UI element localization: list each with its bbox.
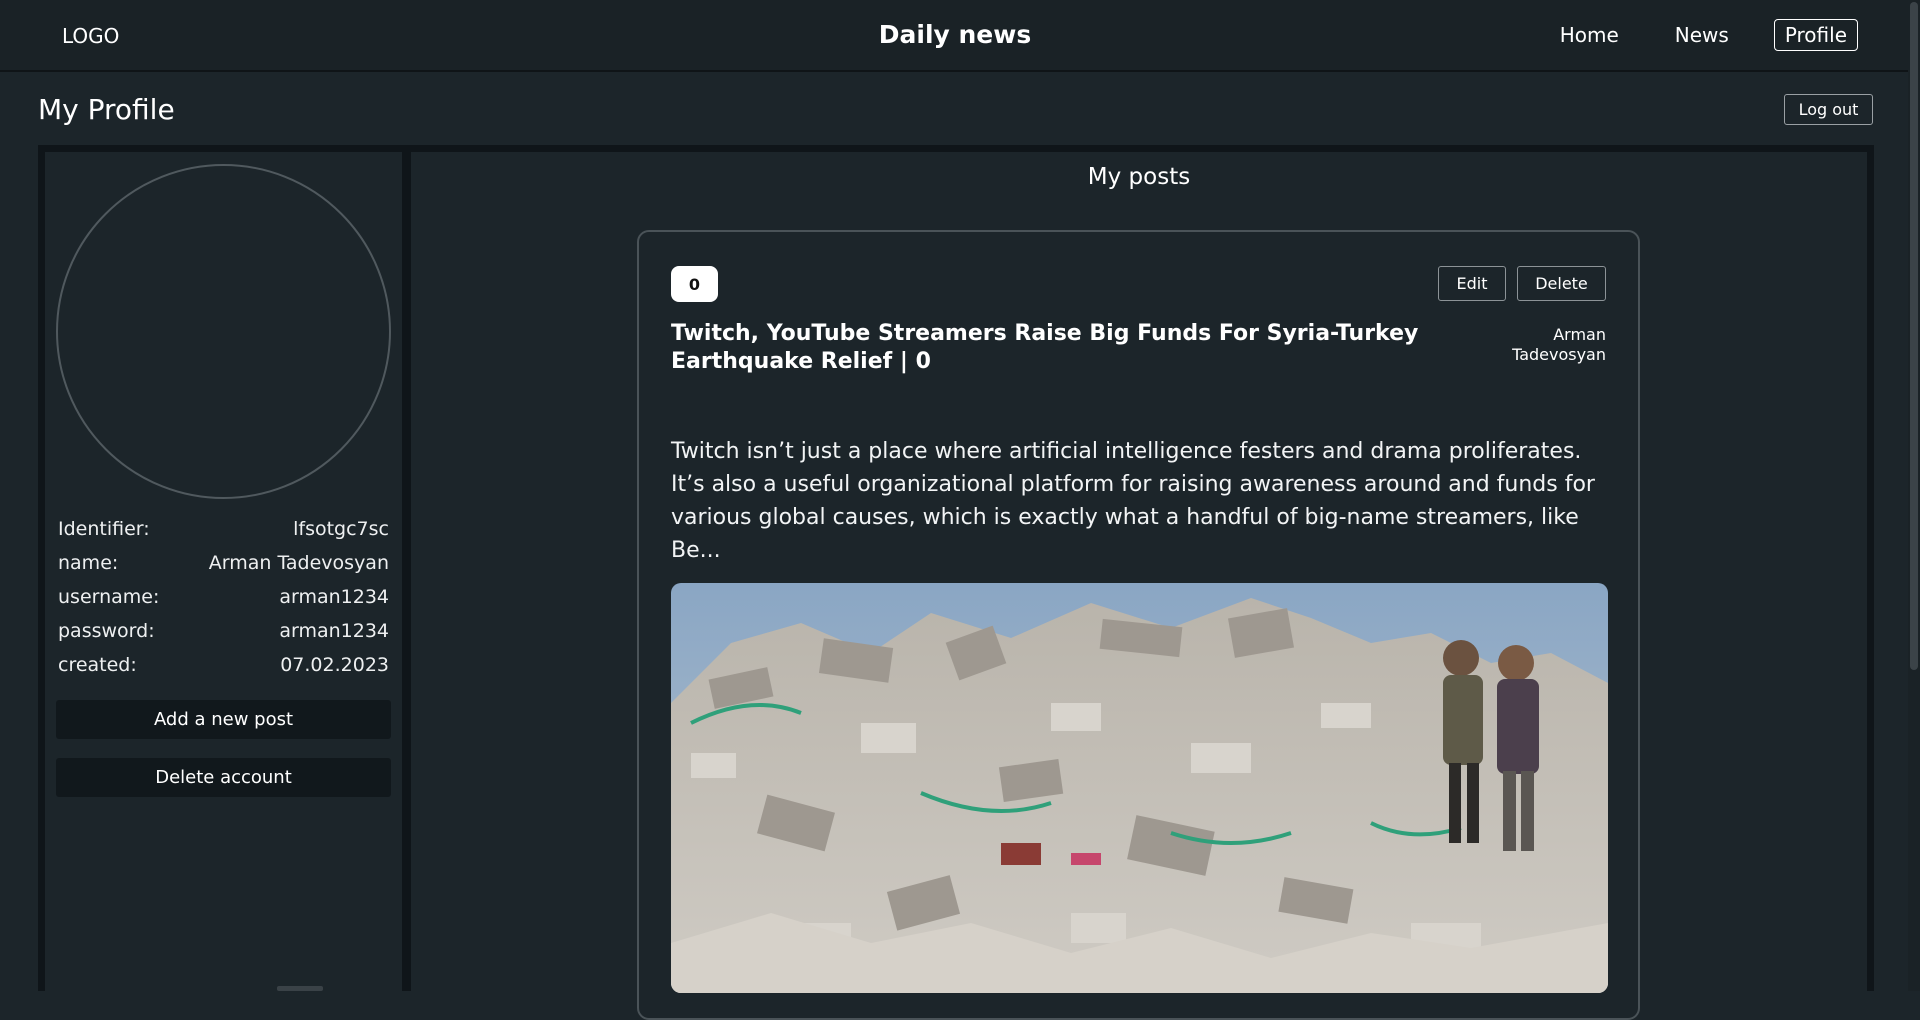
info-row-password: password: arman1234 [58, 620, 389, 648]
top-navbar: LOGO Daily news Home News Profile [0, 0, 1920, 72]
delete-account-button[interactable]: Delete account [56, 758, 391, 797]
info-value: Arman Tadevosyan [208, 552, 389, 574]
page-title: My Profile [38, 93, 175, 126]
page-scrollbar[interactable] [1908, 0, 1920, 991]
nav-home-link[interactable]: Home [1549, 19, 1630, 51]
post-author: Arman Tadevosyan [1512, 325, 1606, 364]
page-scroll-thumb[interactable] [1910, 2, 1918, 670]
info-row-created: created: 07.02.2023 [58, 654, 389, 682]
logout-button[interactable]: Log out [1784, 94, 1873, 125]
info-label: name: [58, 552, 119, 574]
profile-sidebar: Identifier: lfsotgc7sc name: Arman Tadev… [45, 152, 402, 991]
nav-news-link[interactable]: News [1664, 19, 1740, 51]
posts-panel: My posts 0 Edit Delete Twitch, YouTube S… [411, 152, 1867, 1020]
info-value: arman1234 [279, 586, 389, 608]
earthquake-rubble-photo [671, 583, 1608, 993]
post-counter-badge: 0 [671, 266, 718, 302]
delete-post-button[interactable]: Delete [1517, 266, 1606, 301]
info-row-identifier: Identifier: lfsotgc7sc [58, 518, 389, 546]
posts-heading: My posts [1087, 164, 1191, 190]
info-row-username: username: arman1234 [58, 586, 389, 614]
main-nav: Home News Profile [1515, 19, 1858, 51]
add-post-button[interactable]: Add a new post [56, 700, 391, 739]
post-image[interactable] [671, 583, 1608, 993]
info-label: username: [58, 586, 160, 608]
sidebar-scroll-indicator [277, 986, 323, 991]
info-value: 07.02.2023 [280, 654, 389, 676]
info-label: password: [58, 620, 155, 642]
info-label: created: [58, 654, 137, 676]
info-row-name: name: Arman Tadevosyan [58, 552, 389, 580]
avatar[interactable] [56, 164, 391, 499]
info-label: Identifier: [58, 518, 150, 540]
info-value: arman1234 [279, 620, 389, 642]
post-title[interactable]: Twitch, YouTube Streamers Raise Big Fund… [671, 320, 1441, 376]
post-card: 0 Edit Delete Twitch, YouTube Streamers … [637, 230, 1640, 1020]
post-excerpt: Twitch isn’t just a place where artifici… [671, 439, 1595, 563]
info-value: lfsotgc7sc [293, 518, 389, 540]
edit-post-button[interactable]: Edit [1438, 266, 1506, 301]
nav-profile-link[interactable]: Profile [1773, 19, 1858, 51]
